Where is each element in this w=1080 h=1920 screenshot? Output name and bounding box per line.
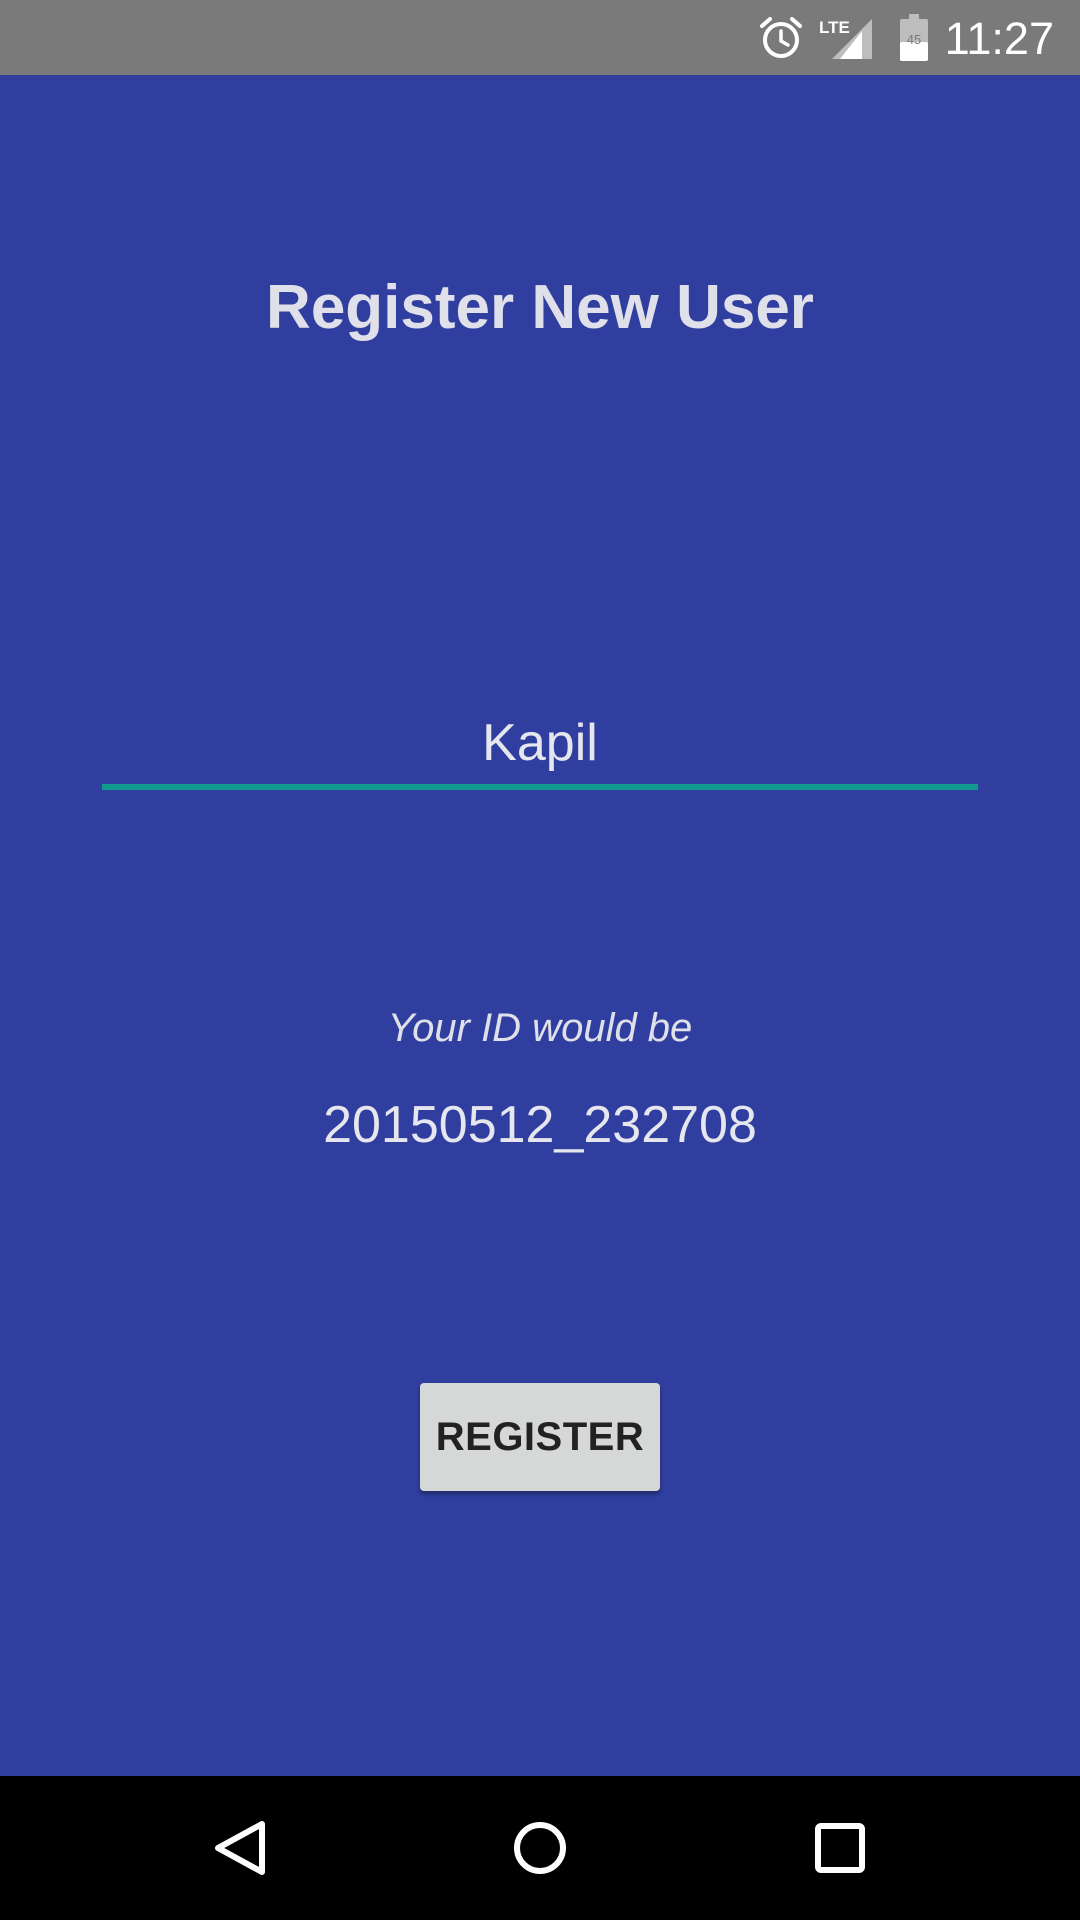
navigation-bar (0, 1776, 1080, 1920)
status-time: 11:27 (944, 13, 1054, 64)
alarm-icon (756, 0, 806, 75)
page-title: Register New User (266, 273, 814, 342)
recents-button[interactable] (760, 1776, 920, 1920)
name-field (102, 700, 978, 792)
status-bar: LTE 45 11:27 (0, 0, 1080, 75)
name-input-underline (102, 784, 978, 790)
register-screen: LTE 45 11:27 Register New User Your ID w… (0, 0, 1080, 1920)
battery-icon: 45 (896, 0, 932, 75)
home-icon (514, 1822, 566, 1874)
recents-icon (815, 1823, 865, 1873)
back-icon (215, 1821, 265, 1875)
register-button[interactable]: REGISTER (420, 1383, 660, 1491)
back-button[interactable] (160, 1776, 320, 1920)
lte-label: LTE (819, 18, 850, 37)
name-input[interactable] (102, 700, 978, 786)
home-button[interactable] (460, 1776, 620, 1920)
lte-signal-icon: LTE (818, 0, 874, 75)
battery-level: 45 (907, 32, 921, 47)
id-value: 20150512_232708 (323, 1096, 757, 1154)
id-caption: Your ID would be (387, 1006, 693, 1050)
